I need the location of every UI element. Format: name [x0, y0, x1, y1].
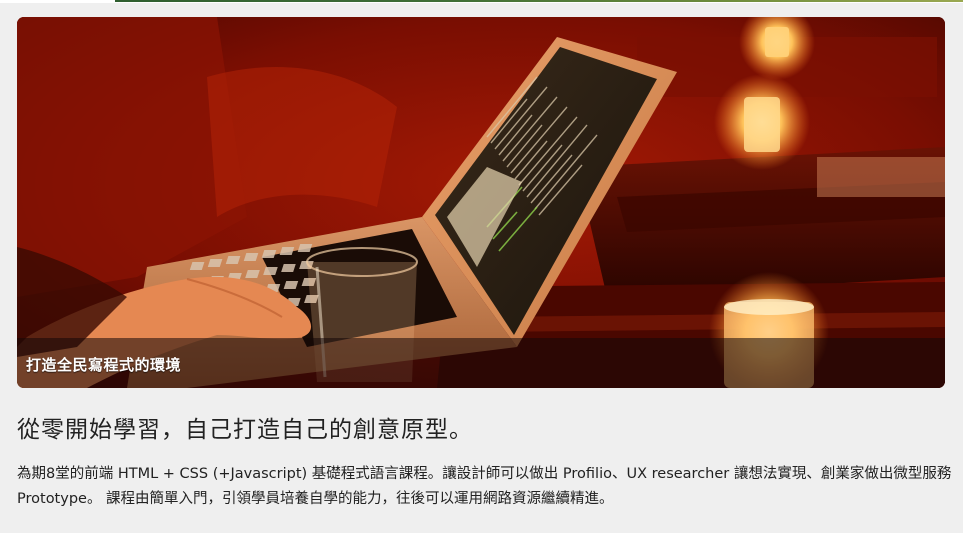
banner-caption: 打造全民寫程式的環境 — [26, 356, 182, 374]
top-strip — [0, 0, 963, 3]
banner-photo — [17, 17, 945, 388]
course-description: 為期8堂的前端 HTML + CSS (+Javascript) 基礎程式語言課… — [17, 466, 952, 507]
hero-banner: 打造全民寫程式的環境 — [17, 17, 945, 388]
page-headline: 從零開始學習，自己打造自己的創意原型。 — [17, 417, 473, 443]
top-accent-bar — [115, 0, 963, 2]
